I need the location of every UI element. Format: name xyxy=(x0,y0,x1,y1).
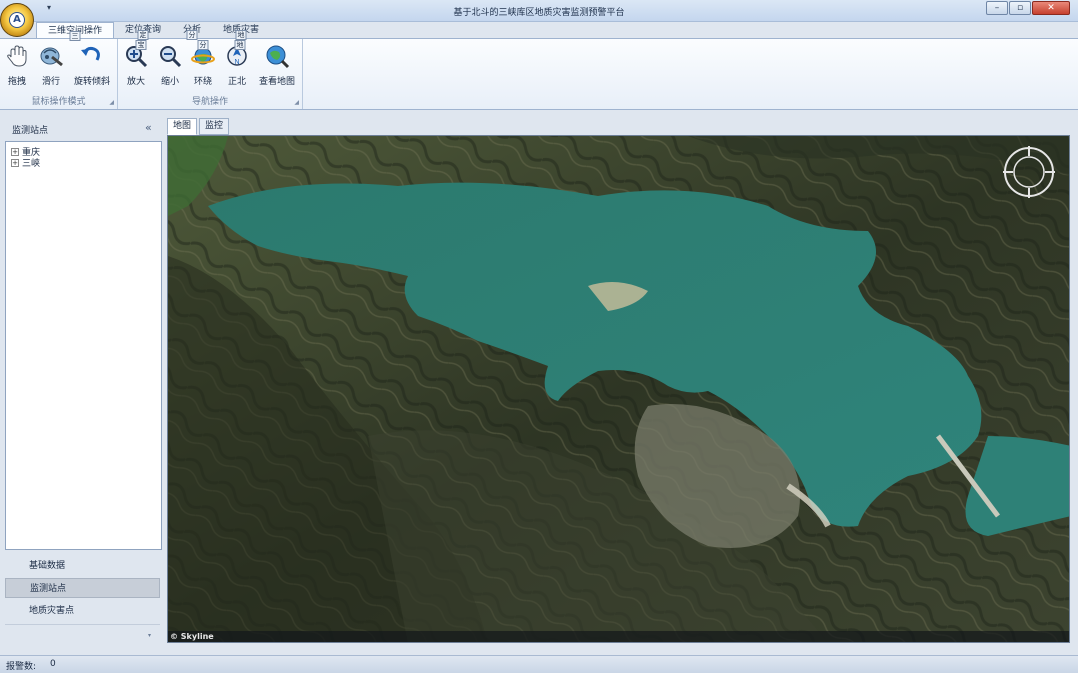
expand-icon[interactable]: + xyxy=(11,158,19,167)
keytip: 三 xyxy=(69,31,81,41)
compass-icon[interactable] xyxy=(1001,144,1057,200)
minimize-button[interactable]: – xyxy=(986,1,1008,15)
svg-text:N: N xyxy=(234,59,239,66)
rotate-tilt-button[interactable]: 旋转倾斜 xyxy=(74,43,111,87)
zoom-out-icon xyxy=(160,46,182,68)
station-tree: + 重庆 + 三峡 xyxy=(5,141,162,550)
app-logo-icon: A xyxy=(9,12,25,28)
drag-label: 拖拽 xyxy=(7,77,26,87)
rotate-tilt-icon xyxy=(81,46,100,61)
nav-divider xyxy=(5,624,160,625)
attribution-text: © Skyline xyxy=(170,632,214,641)
status-bar: 报警数: 0 xyxy=(0,655,1078,673)
tab-3d-operations[interactable]: 三维空间操作 三 xyxy=(36,22,115,41)
window-title: 基于北斗的三峡库区地质灾害监测预警平台 xyxy=(453,8,625,18)
expand-icon[interactable]: + xyxy=(11,147,19,156)
map-view[interactable]: © Skyline xyxy=(167,135,1070,643)
ribbon-panel: 拖拽 滑行 旋转倾斜 鼠标操作模式 ◢ 放大 宝 缩小 环绕 分 N 正北 地 … xyxy=(0,38,1078,110)
keytip: 分 xyxy=(186,30,198,40)
glide-icon xyxy=(40,47,63,67)
group-mouse-mode: 拖拽 滑行 旋转倾斜 鼠标操作模式 ◢ xyxy=(0,39,118,109)
orbit-label: 环绕 xyxy=(193,77,212,87)
drag-button[interactable]: 拖拽 xyxy=(4,43,30,87)
glide-button[interactable]: 滑行 xyxy=(38,43,64,87)
nav-monitoring-stations[interactable]: 监测站点 xyxy=(5,578,160,598)
keytip: 地 xyxy=(235,30,247,40)
group-label: 导航操作 xyxy=(191,97,228,107)
dialog-launcher-icon[interactable]: ◢ xyxy=(294,99,299,106)
nav-hazard-points[interactable]: 地质灾害点 xyxy=(5,601,160,621)
app-menu-button[interactable]: A xyxy=(0,3,34,37)
zoom-out-button[interactable]: 缩小 xyxy=(157,43,183,87)
ribbon-tabs: 三维空间操作 三 定位查询 定 分析 分 地质灾害 地 xyxy=(36,22,270,41)
nav-overflow-icon[interactable]: ▾ xyxy=(148,632,151,639)
tree-node-label: 三峡 xyxy=(22,159,41,169)
attribution-bar xyxy=(168,631,1069,642)
alarm-count-value: 0 xyxy=(50,659,56,669)
glide-label: 滑行 xyxy=(41,77,60,87)
tab-location-query[interactable]: 定位查询 定 xyxy=(114,22,172,40)
terrain-image xyxy=(168,136,1069,642)
tab-map[interactable]: 地图 xyxy=(167,118,198,135)
group-label: 鼠标操作模式 xyxy=(31,97,86,107)
keytip: 定 xyxy=(137,30,149,40)
view-map-icon xyxy=(266,45,290,69)
dialog-launcher-icon[interactable]: ◢ xyxy=(109,99,114,106)
zoom-in-label: 放大 xyxy=(126,77,145,87)
left-panel: 监测站点 « + 重庆 + 三峡 基础数据 监测站点 地质灾害点 ▾ xyxy=(0,111,166,651)
view-map-button[interactable]: 查看地图 xyxy=(257,43,297,87)
tab-analysis[interactable]: 分析 分 xyxy=(172,22,212,40)
panel-title: 监测站点 xyxy=(12,126,49,136)
keytip: 地 xyxy=(234,40,246,50)
orbit-button[interactable]: 环绕 分 xyxy=(190,40,216,87)
view-map-label: 查看地图 xyxy=(258,77,295,87)
map-tabs: 地图 监控 xyxy=(167,118,230,135)
keytip: 分 xyxy=(197,40,209,50)
tab-geological-hazard[interactable]: 地质灾害 地 xyxy=(212,22,270,40)
north-button[interactable]: N 正北 地 xyxy=(224,40,250,87)
collapse-panel-button[interactable]: « xyxy=(145,121,152,134)
north-label: 正北 xyxy=(227,77,246,87)
group-navigation: 放大 宝 缩小 环绕 分 N 正北 地 查看地图 导航操作 ◢ xyxy=(118,39,303,109)
keytip: 宝 xyxy=(135,40,147,50)
alarm-count-label: 报警数: xyxy=(6,662,37,672)
close-button[interactable]: ✕ xyxy=(1032,1,1070,15)
tree-node-sanxia[interactable]: + 三峡 xyxy=(11,156,40,169)
zoom-in-button[interactable]: 放大 宝 xyxy=(123,40,149,87)
title-bar: ▾ 基于北斗的三峡库区地质灾害监测预警平台 – ▫ ✕ xyxy=(0,0,1078,22)
tab-monitor[interactable]: 监控 xyxy=(199,118,230,135)
nav-basic-data[interactable]: 基础数据 xyxy=(5,556,160,576)
maximize-button[interactable]: ▫ xyxy=(1009,1,1031,15)
hand-icon xyxy=(7,45,27,67)
zoom-out-label: 缩小 xyxy=(160,77,179,87)
rotate-tilt-label: 旋转倾斜 xyxy=(74,77,111,87)
